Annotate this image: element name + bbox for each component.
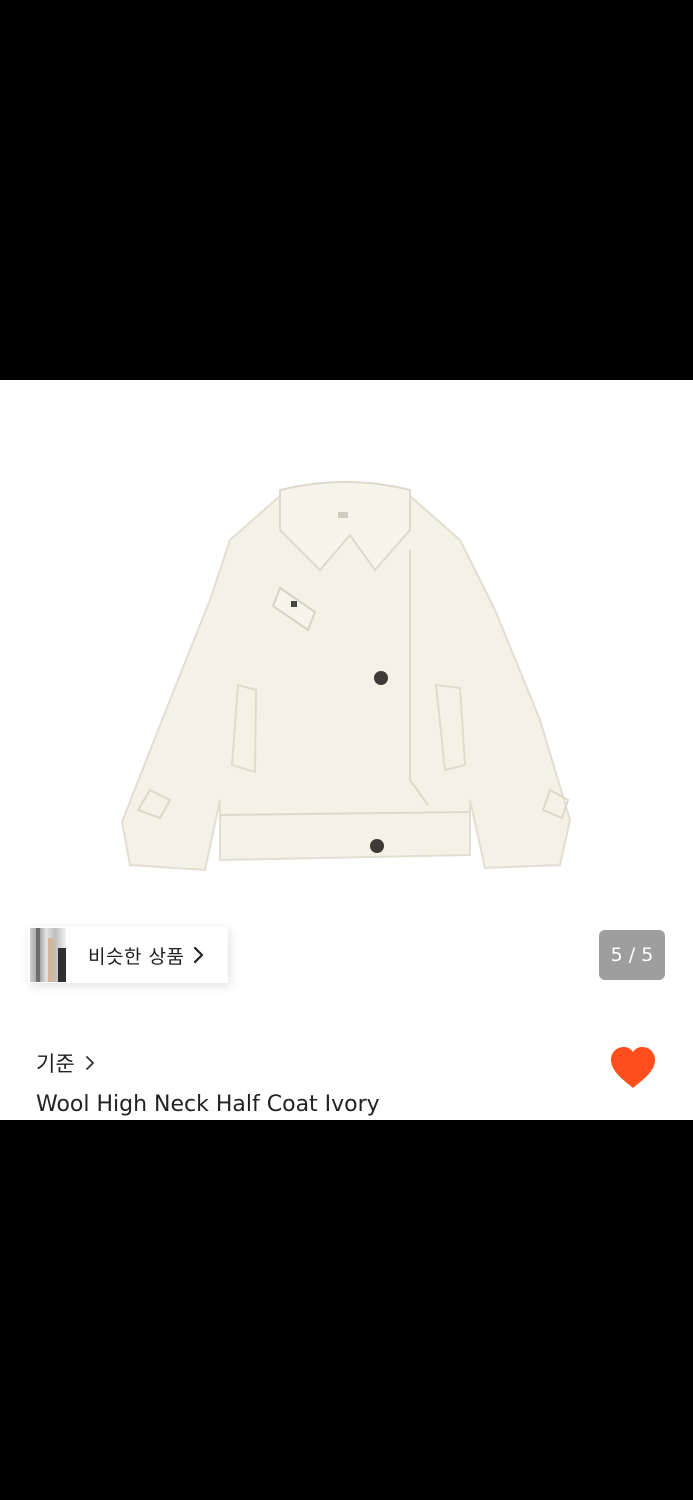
similar-products-label: 비슷한 상품 [88,945,185,968]
image-page-counter: 5 / 5 [599,930,665,980]
top-letterbox [0,0,693,380]
product-image[interactable] [110,460,580,880]
chevron-right-icon [194,946,204,964]
brand-name: 기준 [36,1052,75,1076]
product-title: Wool High Neck Half Coat Ivory [36,1092,380,1117]
heart-icon[interactable] [609,1046,657,1090]
brand-link[interactable]: 기준 [36,1048,95,1078]
similar-product-thumbnail [30,928,66,982]
bottom-letterbox [0,1120,693,1500]
similar-products-button[interactable]: 비슷한 상품 [28,927,228,983]
chevron-right-icon [85,1056,94,1070]
product-panel: 비슷한 상품 5 / 5 기준 Wool High Neck Half Coat… [0,380,693,1120]
